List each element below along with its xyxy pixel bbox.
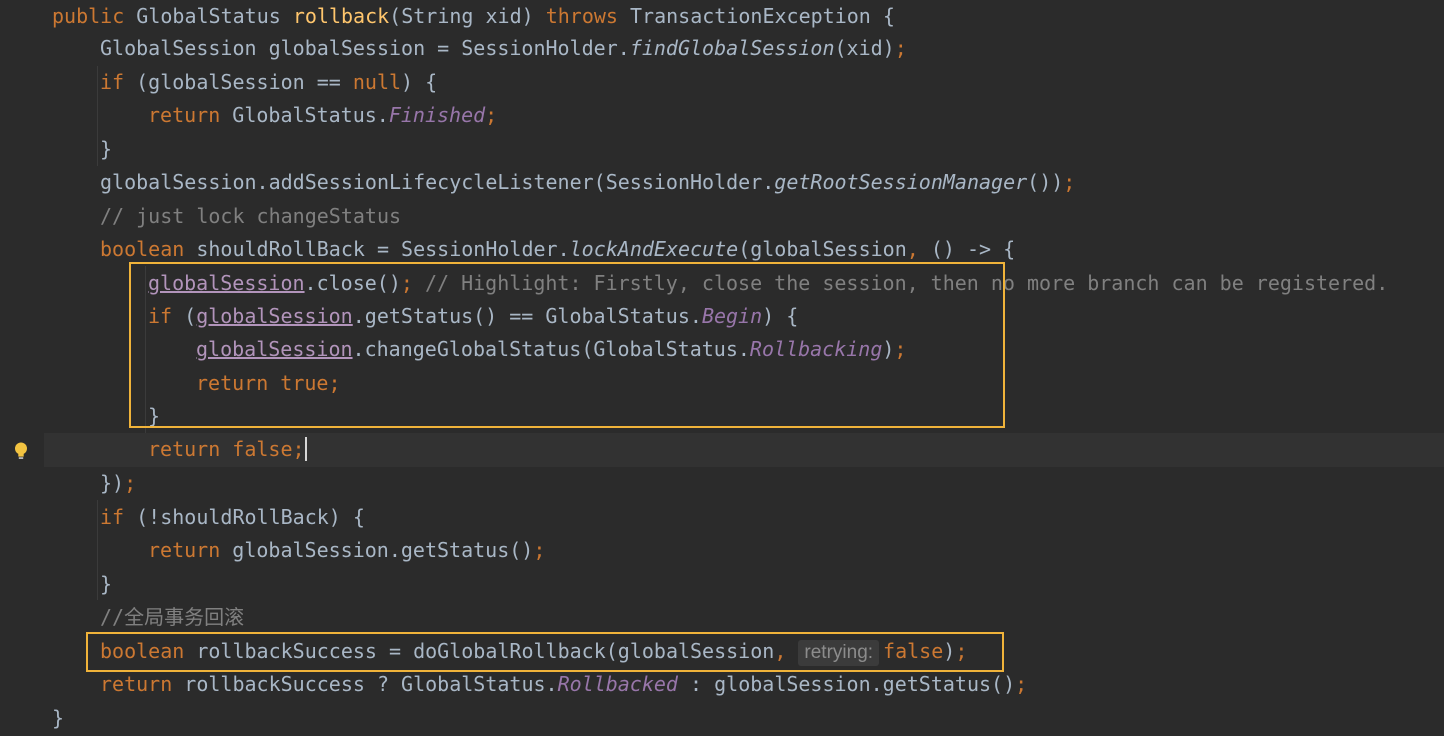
keyword: return (148, 437, 221, 461)
semicolon: ; (1063, 170, 1076, 194)
keyword: return (100, 672, 173, 696)
code-text: (!shouldRollBack) { (124, 505, 365, 529)
keyword: return (148, 538, 221, 562)
code-text: shouldRollBack = SessionHolder. (184, 237, 570, 261)
code-text: rollbackSuccess ? GlobalStatus. (172, 672, 558, 696)
keyword: public (52, 4, 125, 28)
keyword: return (148, 103, 221, 127)
indent-guide (97, 66, 98, 166)
code-line-7[interactable]: // just lock changeStatus (100, 200, 401, 234)
code-line-15[interactable]: }); (100, 467, 136, 501)
enum-constant: Rollbacked (557, 672, 678, 696)
comma: , (906, 237, 919, 261)
semicolon: ; (485, 103, 498, 127)
editor-gutter[interactable] (0, 0, 44, 736)
code-text: (String xid) (389, 4, 546, 28)
code-text: (xid) (834, 36, 895, 60)
code-text: } (100, 137, 113, 161)
keyword: false (232, 437, 293, 461)
code-line-14[interactable]: return false; (148, 433, 307, 467)
code-line-2[interactable]: GlobalSession globalSession = SessionHol… (100, 32, 907, 66)
method-name: rollback (292, 4, 390, 28)
comment: //全局事务回滚 (100, 605, 245, 629)
code-text: } (100, 572, 113, 596)
semicolon: ; (894, 36, 907, 60)
code-line-19[interactable]: //全局事务回滚 (100, 601, 244, 635)
code-text: } (52, 706, 65, 730)
static-method-call: getRootSessionManager (774, 170, 1028, 194)
code-line-6[interactable]: globalSession.addSessionLifecycleListene… (100, 166, 1075, 200)
code-text: }) (100, 471, 125, 495)
semicolon: ; (1015, 672, 1028, 696)
code-text: (globalSession (738, 237, 907, 261)
comment: // just lock changeStatus (100, 204, 402, 228)
semicolon: ; (533, 538, 546, 562)
code-line-17[interactable]: return globalSession.getStatus(); (148, 534, 545, 568)
code-text: GlobalStatus. (220, 103, 389, 127)
code-editor[interactable]: public GlobalStatus rollback(String xid)… (0, 0, 1444, 736)
keyword: throws (545, 4, 618, 28)
code-line-5[interactable]: } (100, 133, 112, 167)
code-line-3[interactable]: if (globalSession == null) { (100, 66, 437, 100)
keyword: boolean (100, 237, 185, 261)
code-line-22[interactable]: } (52, 702, 64, 736)
code-text: TransactionException { (617, 4, 895, 28)
keyword: if (100, 505, 125, 529)
code-line-16[interactable]: if (!shouldRollBack) { (100, 501, 365, 535)
static-method-call: lockAndExecute (569, 237, 739, 261)
indent-guide (97, 500, 98, 600)
keyword: if (100, 70, 125, 94)
keyword: null (352, 70, 402, 94)
enum-constant: Finished (388, 103, 486, 127)
semicolon: ; (292, 437, 305, 461)
code-line-4[interactable]: return GlobalStatus.Finished; (148, 99, 497, 133)
code-text: globalSession.addSessionLifecycleListene… (100, 170, 775, 194)
lightbulb-icon[interactable] (12, 441, 30, 461)
code-text: GlobalSession globalSession = SessionHol… (100, 36, 630, 60)
code-text: ()) (1027, 170, 1064, 194)
code-text: GlobalStatus (124, 4, 293, 28)
semicolon: ; (124, 471, 137, 495)
code-text: (globalSession == (124, 70, 353, 94)
highlight-box-rollback (86, 632, 1004, 672)
code-line-21[interactable]: return rollbackSuccess ? GlobalStatus.Ro… (100, 668, 1027, 702)
code-text: () -> { (918, 237, 1016, 261)
code-line-18[interactable]: } (100, 568, 112, 602)
code-line-1[interactable]: public GlobalStatus rollback(String xid)… (52, 0, 895, 34)
code-text: ) { (401, 70, 438, 94)
highlight-box-lambda (129, 262, 1005, 428)
code-text: : globalSession.getStatus() (677, 672, 1016, 696)
text-caret (304, 437, 307, 461)
static-method-call: findGlobalSession (629, 36, 835, 60)
code-text: globalSession.getStatus() (220, 538, 534, 562)
